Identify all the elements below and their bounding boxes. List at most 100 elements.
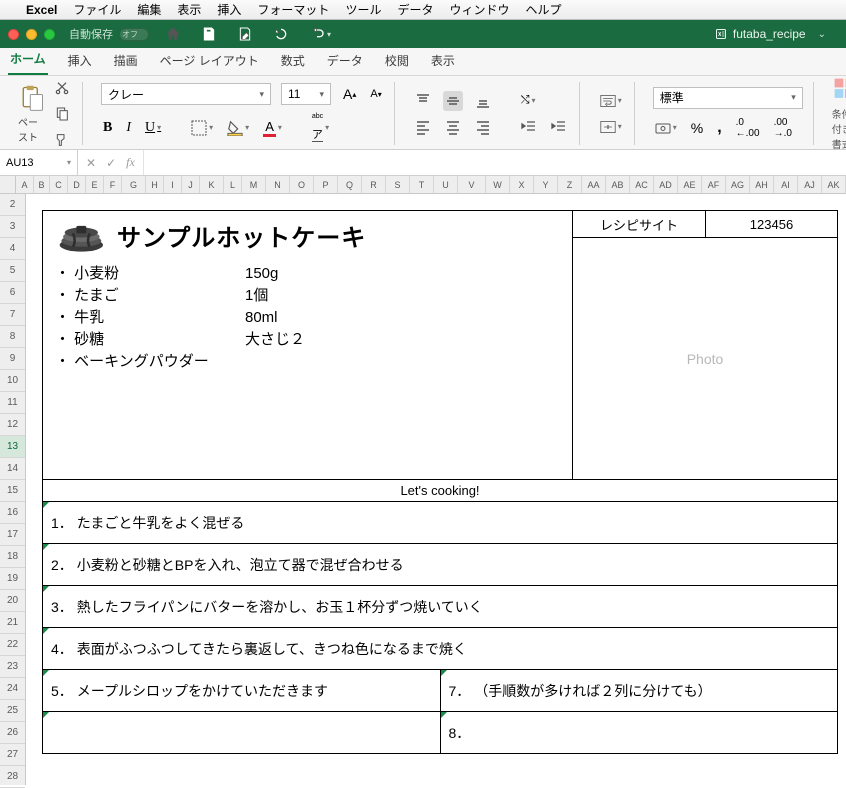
menu-help[interactable]: ヘルプ bbox=[525, 1, 561, 18]
row-header[interactable]: 24 bbox=[0, 678, 25, 700]
col-header[interactable]: AB bbox=[606, 176, 630, 193]
col-header[interactable]: B bbox=[34, 176, 50, 193]
row-header[interactable]: 25 bbox=[0, 700, 25, 722]
merge-cells-icon[interactable]: ▾ bbox=[598, 117, 624, 137]
align-right-icon[interactable] bbox=[473, 117, 493, 137]
col-header[interactable]: H bbox=[146, 176, 164, 193]
minimize-window-button[interactable] bbox=[26, 29, 37, 40]
undo-icon[interactable] bbox=[271, 24, 291, 44]
menu-tools[interactable]: ツール bbox=[345, 1, 381, 18]
col-header[interactable]: AG bbox=[726, 176, 750, 193]
wrap-text-icon[interactable]: ▾ bbox=[598, 91, 624, 111]
col-header[interactable]: W bbox=[486, 176, 510, 193]
chevron-down-icon[interactable]: ⌄ bbox=[818, 29, 826, 40]
app-name[interactable]: Excel bbox=[26, 3, 57, 17]
number-format-select[interactable]: 標準▾ bbox=[653, 87, 803, 109]
menu-format[interactable]: フォーマット bbox=[257, 1, 329, 18]
conditional-format-button[interactable]: 条件付き書式 bbox=[832, 76, 846, 151]
select-all-corner[interactable] bbox=[0, 176, 16, 193]
align-bottom-icon[interactable] bbox=[473, 91, 493, 111]
tab-home[interactable]: ホーム bbox=[8, 45, 48, 75]
col-header[interactable]: Y bbox=[534, 176, 558, 193]
row-header[interactable]: 19 bbox=[0, 568, 25, 590]
col-header[interactable]: L bbox=[224, 176, 242, 193]
row-header[interactable]: 3 bbox=[0, 216, 25, 238]
menu-file[interactable]: ファイル bbox=[73, 1, 121, 18]
format-painter-icon[interactable] bbox=[52, 130, 72, 150]
enter-formula-icon[interactable]: ✓ bbox=[106, 156, 116, 170]
col-header[interactable]: J bbox=[182, 176, 200, 193]
row-header[interactable]: 7 bbox=[0, 304, 25, 326]
row-header[interactable]: 5 bbox=[0, 260, 25, 282]
comma-icon[interactable]: , bbox=[715, 117, 723, 139]
row-header[interactable]: 11 bbox=[0, 392, 25, 414]
col-header[interactable]: AD bbox=[654, 176, 678, 193]
col-header[interactable]: AF bbox=[702, 176, 726, 193]
menu-data[interactable]: データ bbox=[397, 1, 433, 18]
col-header[interactable]: Q bbox=[338, 176, 362, 193]
italic-button[interactable]: I bbox=[124, 118, 133, 138]
col-header[interactable]: AJ bbox=[798, 176, 822, 193]
font-size-select[interactable]: 11▾ bbox=[281, 83, 331, 105]
phonetic-icon[interactable]: abcア▾ bbox=[310, 111, 331, 144]
increase-indent-icon[interactable] bbox=[549, 117, 569, 137]
tab-data[interactable]: データ bbox=[325, 47, 365, 75]
currency-icon[interactable]: ▾ bbox=[653, 118, 679, 138]
align-center-icon[interactable] bbox=[443, 117, 463, 137]
col-header[interactable]: AE bbox=[678, 176, 702, 193]
save-icon[interactable] bbox=[199, 24, 219, 44]
col-header[interactable]: AK bbox=[822, 176, 846, 193]
col-header[interactable]: U bbox=[434, 176, 458, 193]
formula-input[interactable] bbox=[144, 150, 846, 175]
row-header[interactable]: 6 bbox=[0, 282, 25, 304]
decrease-decimal-icon[interactable]: .00→.0 bbox=[772, 115, 794, 141]
col-header[interactable]: G bbox=[122, 176, 146, 193]
col-header[interactable]: Z bbox=[558, 176, 582, 193]
increase-decimal-icon[interactable]: .0←.00 bbox=[734, 115, 762, 141]
row-header[interactable]: 21 bbox=[0, 612, 25, 634]
zoom-window-button[interactable] bbox=[44, 29, 55, 40]
underline-button[interactable]: U▾ bbox=[143, 118, 163, 138]
autosave-pill[interactable]: オフ bbox=[119, 28, 149, 41]
paste-button[interactable]: ペースト bbox=[18, 84, 46, 144]
col-header[interactable]: S bbox=[386, 176, 410, 193]
bold-button[interactable]: B bbox=[101, 118, 114, 138]
row-header[interactable]: 17 bbox=[0, 524, 25, 546]
row-header[interactable]: 12 bbox=[0, 414, 25, 436]
align-left-icon[interactable] bbox=[413, 117, 433, 137]
cut-icon[interactable] bbox=[52, 78, 72, 98]
tab-pagelayout[interactable]: ページ レイアウト bbox=[158, 47, 261, 75]
col-header[interactable]: T bbox=[410, 176, 434, 193]
font-name-select[interactable]: クレー▾ bbox=[101, 83, 271, 105]
percent-icon[interactable]: % bbox=[689, 118, 705, 138]
row-header[interactable]: 14 bbox=[0, 458, 25, 480]
col-header[interactable]: E bbox=[86, 176, 104, 193]
orientation-icon[interactable]: ⤭▾ bbox=[519, 92, 538, 109]
col-header[interactable]: D bbox=[68, 176, 86, 193]
col-header[interactable]: M bbox=[242, 176, 266, 193]
copy-icon[interactable] bbox=[52, 104, 72, 124]
col-header[interactable]: I bbox=[164, 176, 182, 193]
col-header[interactable]: O bbox=[290, 176, 314, 193]
row-header[interactable]: 18 bbox=[0, 546, 25, 568]
document-name[interactable]: futaba_recipe bbox=[715, 27, 806, 41]
col-header[interactable]: AI bbox=[774, 176, 798, 193]
col-header[interactable]: A bbox=[16, 176, 34, 193]
row-header[interactable]: 26 bbox=[0, 722, 25, 744]
col-header[interactable]: X bbox=[510, 176, 534, 193]
col-header[interactable]: AA bbox=[582, 176, 606, 193]
save-edit-icon[interactable] bbox=[235, 24, 255, 44]
col-header[interactable]: N bbox=[266, 176, 290, 193]
col-header[interactable]: K bbox=[200, 176, 224, 193]
tab-formulas[interactable]: 数式 bbox=[279, 47, 307, 75]
col-header[interactable]: AC bbox=[630, 176, 654, 193]
menu-insert[interactable]: 挿入 bbox=[217, 1, 241, 18]
row-header[interactable]: 16 bbox=[0, 502, 25, 524]
tab-insert[interactable]: 挿入 bbox=[66, 47, 94, 75]
menu-view[interactable]: 表示 bbox=[177, 1, 201, 18]
align-top-icon[interactable] bbox=[413, 91, 433, 111]
decrease-font-icon[interactable]: A▾ bbox=[368, 86, 383, 102]
close-window-button[interactable] bbox=[8, 29, 19, 40]
redo-icon[interactable]: ▾ bbox=[307, 24, 333, 44]
fill-color-icon[interactable]: ▾ bbox=[225, 118, 251, 138]
